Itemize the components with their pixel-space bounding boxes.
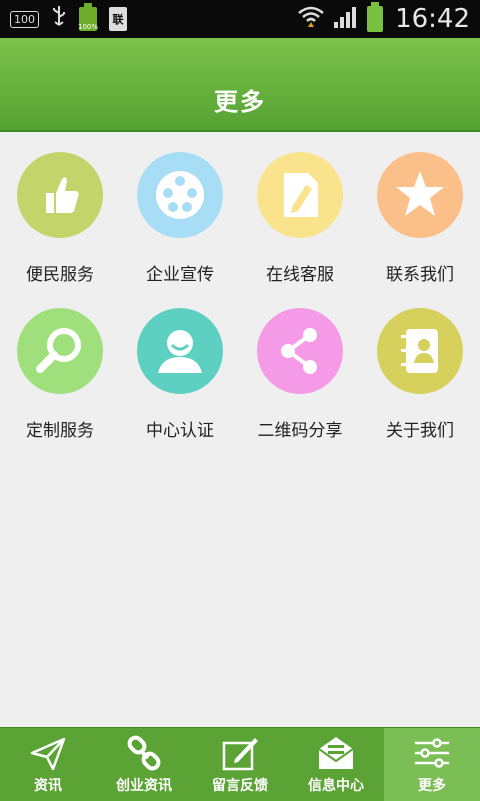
- grid-item-label: 二维码分享: [257, 421, 343, 441]
- grid-item-label: 中心认证: [146, 421, 214, 441]
- contact-book-icon: [377, 308, 463, 394]
- tab-feedback[interactable]: 留言反馈: [192, 728, 288, 801]
- tab-label: 资讯: [34, 778, 62, 794]
- star-icon: [377, 152, 463, 238]
- grid-item-label: 定制服务: [26, 421, 94, 441]
- sim-icon: 联: [109, 7, 127, 31]
- bottom-tab-bar: 资讯 创业资讯 留言反馈 信息中心 更多: [0, 727, 480, 801]
- user-icon: [137, 308, 223, 394]
- grid-item-online-support[interactable]: 在线客服: [240, 152, 360, 285]
- grid-item-label: 在线客服: [266, 265, 334, 285]
- wifi-icon: [297, 5, 325, 33]
- film-reel-icon: [137, 152, 223, 238]
- battery-icon: [367, 2, 384, 32]
- tab-label: 留言反馈: [212, 778, 268, 794]
- usb-icon: [51, 5, 67, 33]
- tab-label: 创业资讯: [116, 778, 172, 794]
- magnifier-icon: [17, 308, 103, 394]
- grid-item-label: 关于我们: [386, 421, 454, 441]
- grid-item-label: 企业宣传: [146, 265, 214, 285]
- tab-info-center[interactable]: 信息中心: [288, 728, 384, 801]
- clock-time: 16:42: [395, 4, 470, 34]
- grid-item-convenience-service[interactable]: 便民服务: [0, 152, 120, 285]
- chain-link-icon: [124, 734, 164, 772]
- grid-item-contact-us[interactable]: 联系我们: [360, 152, 480, 285]
- battery-small-label: 100%: [78, 23, 99, 31]
- thumbs-up-icon: [17, 152, 103, 238]
- signal-icon: [333, 5, 359, 33]
- grid-item-center-certification[interactable]: 中心认证: [120, 308, 240, 441]
- tab-label: 更多: [418, 778, 446, 794]
- sliders-icon: [412, 734, 452, 772]
- sim-label: 联: [112, 13, 124, 26]
- grid-item-qrcode-share[interactable]: 二维码分享: [240, 308, 360, 441]
- grid-item-enterprise-promo[interactable]: 企业宣传: [120, 152, 240, 285]
- pen-note-icon: [220, 734, 260, 772]
- tab-startup-news[interactable]: 创业资讯: [96, 728, 192, 801]
- grid-item-label: 联系我们: [386, 265, 454, 285]
- envelope-icon: [316, 734, 356, 772]
- paper-plane-icon: [28, 734, 68, 772]
- grid-item-about-us[interactable]: 关于我们: [360, 308, 480, 441]
- battery-full-icon: 100%: [78, 3, 99, 31]
- share-icon: [257, 308, 343, 394]
- indicator-box: 100: [10, 10, 39, 28]
- document-edit-icon: [257, 152, 343, 238]
- app-header: 更多: [0, 38, 480, 132]
- grid-item-label: 便民服务: [26, 265, 94, 285]
- tab-news[interactable]: 资讯: [0, 728, 96, 801]
- tab-more[interactable]: 更多: [384, 728, 480, 801]
- status-bar: 100 100% 联 16:42: [0, 0, 480, 38]
- grid-item-custom-service[interactable]: 定制服务: [0, 308, 120, 441]
- page-title: 更多: [214, 88, 266, 116]
- tab-label: 信息中心: [308, 778, 364, 794]
